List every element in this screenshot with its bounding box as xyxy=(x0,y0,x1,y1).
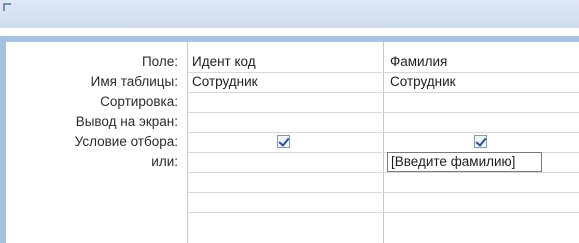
row-divider xyxy=(187,212,579,213)
label-table: Имя таблицы: xyxy=(90,74,178,89)
col2-table-cell[interactable]: Сотрудник xyxy=(390,72,576,92)
col2-sort-cell[interactable] xyxy=(390,92,576,112)
col2-criteria-input[interactable]: [Введите фамилию] xyxy=(387,152,542,172)
col2-show-checkbox[interactable] xyxy=(474,135,487,148)
window-top-band xyxy=(0,0,579,28)
label-or: или: xyxy=(151,154,178,169)
col1-sort-cell[interactable] xyxy=(192,92,380,112)
row-divider xyxy=(187,112,579,113)
label-show: Вывод на экран: xyxy=(75,114,178,129)
label-field: Поле: xyxy=(141,54,178,69)
col2-field-cell[interactable]: Фамилия xyxy=(390,52,576,72)
query-design-grid: Идент код Сотрудник Фамилия Сотрудник [В… xyxy=(187,42,579,243)
window-corner-mark xyxy=(3,3,11,11)
row-divider xyxy=(187,192,579,193)
label-sort: Сортировка: xyxy=(100,94,178,109)
top-gap xyxy=(0,28,579,36)
row-labels: Поле: Имя таблицы: Сортировка: Вывод на … xyxy=(6,42,182,243)
row-divider xyxy=(187,172,579,173)
col1-criteria-cell[interactable] xyxy=(192,132,380,152)
label-criteria: Условие отбора: xyxy=(74,134,178,149)
col1-field-cell[interactable]: Идент код xyxy=(192,52,380,72)
col1-table-cell[interactable]: Сотрудник xyxy=(192,72,380,92)
